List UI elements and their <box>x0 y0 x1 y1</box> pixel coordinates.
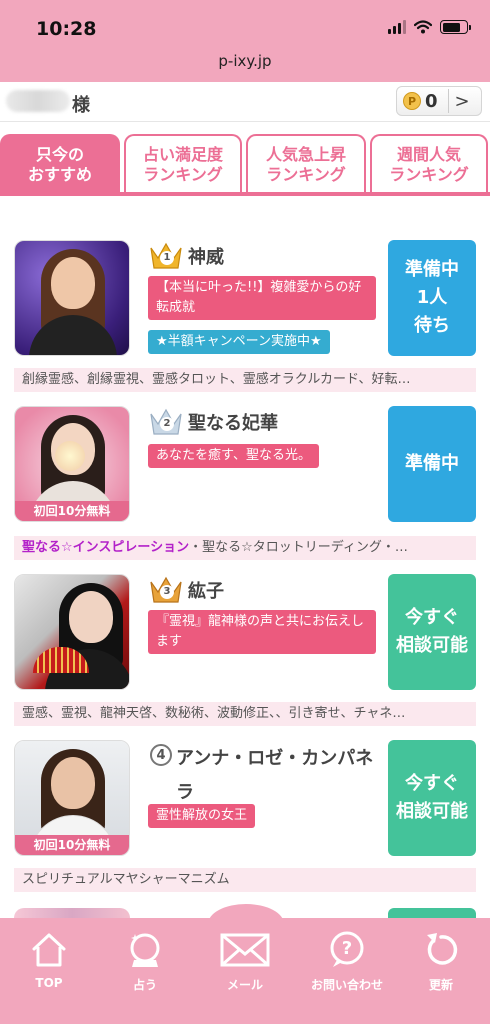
fortune-teller-name: 聖なる妃華 <box>188 413 278 434</box>
genre-accent: 聖なる☆インスピレーション <box>22 540 190 555</box>
browser-url[interactable]: p-ixy.jp <box>0 52 490 70</box>
genre-list: 霊感、霊視、龍神天啓、数秘術、波動修正、、引き寄せ、チャネ… <box>14 702 476 726</box>
status-icons <box>388 20 471 34</box>
nav-mail[interactable]: メール <box>210 930 280 993</box>
tab-weekly-ranking[interactable]: 週間人気 ランキング <box>370 134 488 194</box>
points-button[interactable]: P 0 > <box>396 86 482 116</box>
catchphrase-tag: あなたを癒す、聖なる光。 <box>148 444 319 468</box>
fortune-teller-photo <box>14 574 130 690</box>
tab-recommended[interactable]: 只今の おすすめ <box>0 134 120 194</box>
home-icon <box>32 933 66 967</box>
status-badge[interactable]: 今すぐ 相談可能 <box>388 574 476 690</box>
nav-label: TOP <box>35 976 63 990</box>
free-trial-badge: 初回10分無料 <box>15 835 129 855</box>
nav-label: 占う <box>132 978 157 992</box>
fortune-teller-card[interactable]: 初回10分無料 2 聖なる妃華 あなたを癒す、聖なる光。 準備中 聖なる☆インス… <box>0 406 490 560</box>
tab-satisfaction-ranking[interactable]: 占い満足度 ランキング <box>124 134 242 194</box>
refresh-icon <box>427 933 458 965</box>
status-time: 10:28 <box>36 18 97 40</box>
bronze-crown-icon: 3 <box>148 574 184 606</box>
catchphrase-tag: 【本当に叶った!!】複雑愛からの好転成就 <box>148 276 376 320</box>
user-name-blurred <box>6 90 70 112</box>
rank-row: 1 神威 <box>148 240 224 272</box>
status-badge[interactable]: 準備中 1人 待ち <box>388 240 476 356</box>
genre-list: スピリチュアルマヤシャーマニズム <box>14 868 476 892</box>
nav-fortune[interactable]: 占う <box>110 930 180 993</box>
rank-row: 3 紘子 <box>148 574 224 606</box>
user-name-suffix: 様 <box>72 95 90 116</box>
svg-text:?: ? <box>342 938 352 959</box>
nav-refresh[interactable]: 更新 <box>406 930 476 993</box>
catchphrase-tag: 『霊視』龍神様の声と共にお伝えします <box>148 610 376 654</box>
coin-icon: P <box>403 92 421 110</box>
nav-top[interactable]: TOP <box>14 930 84 990</box>
status-badge[interactable]: 準備中 <box>388 406 476 522</box>
rank-row: 2 聖なる妃華 <box>148 406 278 438</box>
mail-icon <box>220 933 270 967</box>
free-trial-badge: 初回10分無料 <box>15 501 129 521</box>
question-bubble-icon: ? <box>330 931 364 967</box>
gold-crown-icon: 1 <box>148 240 184 272</box>
status-badge[interactable]: 今すぐ 相談可能 <box>388 740 476 856</box>
fortune-teller-card[interactable]: 初回10分無料 4 アンナ・ロゼ・カンパネラ 霊性解放の女王 今すぐ 相談可能 … <box>0 740 490 892</box>
chevron-right-icon: > <box>454 90 470 112</box>
fortune-teller-name: アンナ・ロゼ・カンパネラ <box>176 748 374 803</box>
nav-label: お問い合わせ <box>310 978 383 992</box>
fortune-teller-photo <box>14 240 130 356</box>
wifi-icon <box>414 20 432 34</box>
fortune-teller-name: 紘子 <box>188 581 224 602</box>
fortune-teller-card[interactable]: 1 神威 【本当に叶った!!】複雑愛からの好転成就 ★半額キャンペーン実施中★ … <box>0 240 490 392</box>
nav-label: メール <box>226 978 263 992</box>
browser-top-bar: 10:28 p-ixy.jp <box>0 0 490 82</box>
cellular-signal-icon <box>388 20 406 34</box>
fortune-teller-card[interactable]: 3 紘子 『霊視』龍神様の声と共にお伝えします 今すぐ 相談可能 霊感、霊視、龍… <box>0 574 490 726</box>
fortune-teller-name: 神威 <box>188 247 224 268</box>
rank-row: 4 <box>148 740 178 766</box>
fortune-teller-photo: 初回10分無料 <box>14 740 130 856</box>
tab-rising-ranking[interactable]: 人気急上昇 ランキング <box>246 134 366 194</box>
catchphrase-tag: 霊性解放の女王 <box>148 804 256 828</box>
ranking-tabs: 只今の おすすめ 占い満足度 ランキング 人気急上昇 ランキング 週間人気 ラン… <box>0 134 490 196</box>
silver-crown-icon: 2 <box>148 406 184 438</box>
nav-label: 更新 <box>428 978 453 992</box>
fortune-teller-photo: 初回10分無料 <box>14 406 130 522</box>
battery-icon <box>440 20 471 34</box>
genre-list: 創縁霊感、創縁霊視、霊感タロット、霊感オラクルカード、好転… <box>14 368 476 392</box>
nav-contact[interactable]: ? お問い合わせ <box>304 930 390 993</box>
points-value: 0 <box>425 90 438 112</box>
campaign-tag: ★半額キャンペーン実施中★ <box>148 330 330 354</box>
genre-list: 聖なる☆インスピレーション・聖なる☆タロットリーディング・… <box>14 536 476 560</box>
genre-rest: ・聖なる☆タロットリーディング・… <box>189 540 408 555</box>
crystal-ball-icon <box>130 933 160 967</box>
rank-number: 4 <box>150 744 172 766</box>
user-info-bar: 様 P 0 > <box>0 82 490 122</box>
